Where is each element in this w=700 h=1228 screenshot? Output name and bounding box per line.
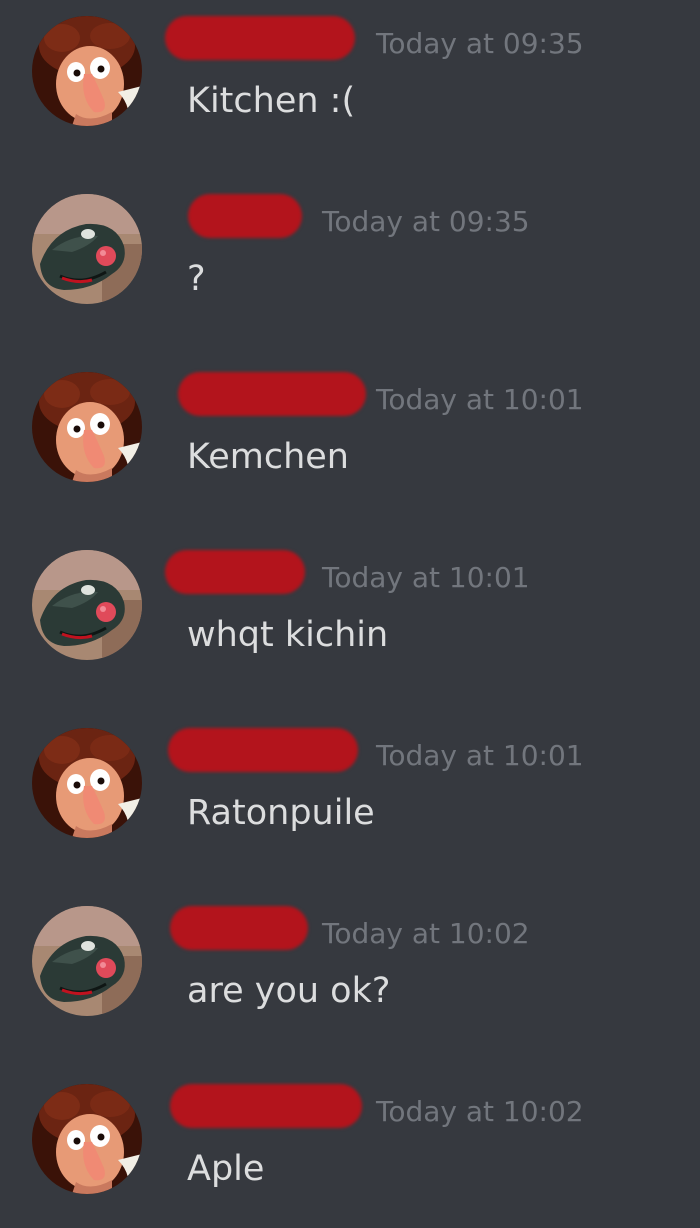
rat-avatar-icon[interactable] [32,550,142,660]
message-timestamp: Today at 10:02 [322,917,530,950]
redacted-username[interactable] [165,16,355,60]
message-timestamp: Today at 09:35 [322,205,530,238]
message-timestamp: Today at 10:02 [376,1095,584,1128]
message-timestamp: Today at 10:01 [322,561,530,594]
chat-message[interactable]: Today at 10:02 Aple [0,1068,700,1228]
linguini-avatar-icon[interactable] [32,372,142,482]
message-timestamp: Today at 09:35 [376,27,584,60]
linguini-avatar-icon[interactable] [32,16,142,126]
message-text: Kemchen [187,437,349,477]
message-text: Ratonpuile [187,793,375,833]
chat-message[interactable]: Today at 09:35 Kitchen :( [0,0,700,160]
chat-message[interactable]: Today at 10:02 are you ok? [0,890,700,1050]
linguini-avatar-icon[interactable] [32,1084,142,1194]
message-text: are you ok? [187,971,391,1011]
chat-message-list: Today at 09:35 Kitchen :( Today at 09:35… [0,0,700,1228]
redacted-username[interactable] [165,550,305,594]
linguini-avatar-icon[interactable] [32,728,142,838]
chat-message[interactable]: Today at 10:01 whqt kichin [0,534,700,694]
chat-message[interactable]: Today at 10:01 Kemchen [0,356,700,516]
chat-message[interactable]: Today at 09:35 ? [0,178,700,338]
message-text: ? [187,259,206,299]
redacted-username[interactable] [170,906,308,950]
message-timestamp: Today at 10:01 [376,739,584,772]
rat-avatar-icon[interactable] [32,194,142,304]
redacted-username[interactable] [178,372,366,416]
message-timestamp: Today at 10:01 [376,383,584,416]
chat-message[interactable]: Today at 10:01 Ratonpuile [0,712,700,872]
rat-avatar-icon[interactable] [32,906,142,1016]
message-text: whqt kichin [187,615,389,655]
redacted-username[interactable] [168,728,358,772]
message-text: Kitchen :( [187,81,356,121]
redacted-username[interactable] [170,1084,362,1128]
redacted-username[interactable] [188,194,302,238]
message-text: Aple [187,1149,265,1189]
